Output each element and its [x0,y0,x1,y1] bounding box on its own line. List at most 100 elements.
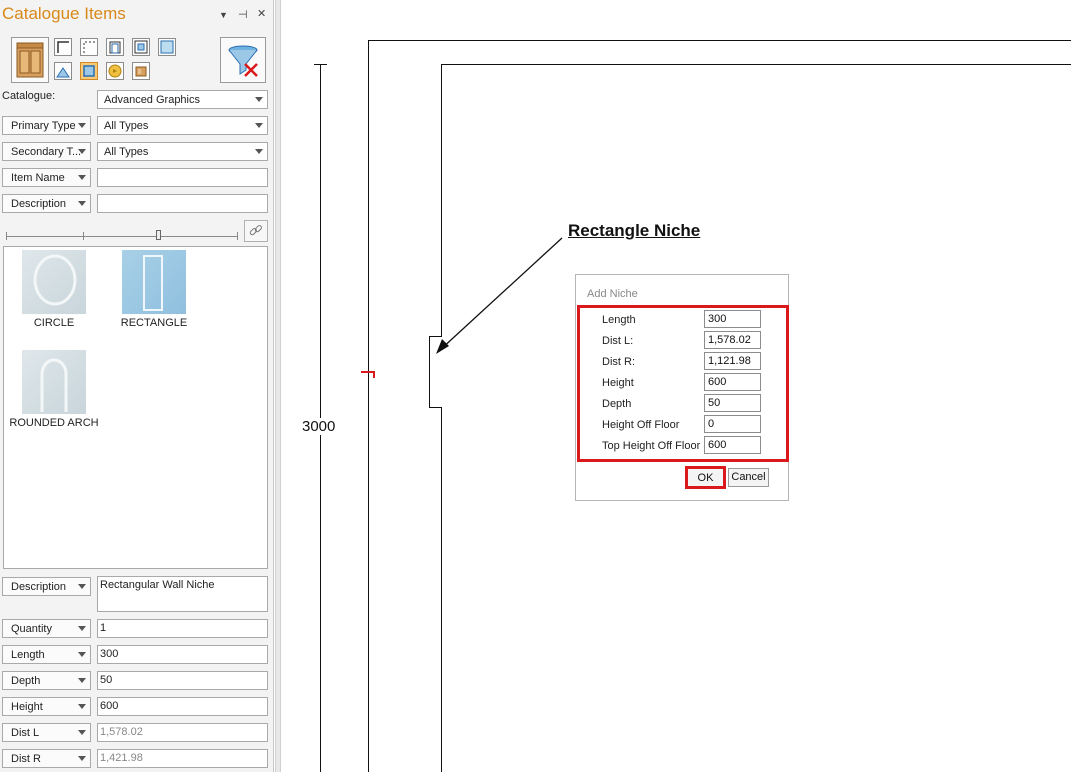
cancel-button[interactable]: Cancel [728,468,769,487]
property-dist-l-selector[interactable]: Dist L [2,723,91,742]
primary-type-selector[interactable]: Primary Type [2,116,91,135]
property-length-selector[interactable]: Length [2,645,91,664]
property-label: Height [11,701,43,713]
item-name-input[interactable] [97,168,268,187]
property-quantity-input[interactable]: 1 [97,619,268,638]
dimension-label: 3000 [300,418,338,435]
primary-type-label: Primary Type [11,120,76,132]
catalogue-panel: Catalogue Items ▼ ⊣ ✕ Catalogue: Advance… [0,0,274,772]
depth-input[interactable]: 50 [704,394,761,412]
property-dist-l-input: 1,578.02 [97,723,268,742]
chevron-down-icon [78,149,86,154]
chevron-down-icon [78,626,86,631]
panel-frame-icon[interactable] [158,38,176,56]
chevron-down-icon [78,584,86,589]
property-label: Quantity [11,623,52,635]
field-label: Height [602,377,634,389]
property-depth-selector[interactable]: Depth [2,671,91,690]
niche-tool-icon[interactable] [80,62,98,80]
primary-type-select[interactable]: All Types [97,116,268,135]
item-name-label: Item Name [11,172,65,184]
panel-splitter[interactable] [275,0,281,772]
callout-label: Rectangle Niche [568,221,701,240]
rectangle-niche-thumbnail[interactable] [122,250,186,314]
chevron-down-icon [255,149,263,154]
callout-arrow-icon [436,237,563,354]
furniture-icon[interactable] [132,62,150,80]
chevron-down-icon [255,123,263,128]
property-quantity-selector[interactable]: Quantity [2,619,91,638]
inner-wall-top [441,64,1071,65]
height-off-floor-input[interactable]: 0 [704,415,761,433]
property-label: Dist R [11,753,41,765]
field-label: Top Height Off Floor [602,440,701,452]
dist-r-input[interactable]: 1,121.98 [704,352,761,370]
chevron-down-icon [78,201,86,206]
slider-tick [83,232,84,240]
catalogue-select[interactable]: Advanced Graphics [97,90,268,109]
secondary-type-label: Secondary T... [11,146,82,158]
property-label: Depth [11,675,41,687]
wall-marker [361,371,375,378]
door-frame-icon[interactable] [106,38,124,56]
slider-tick [237,232,238,240]
link-icon[interactable] [244,220,268,242]
property-dist-r-selector[interactable]: Dist R [2,749,91,768]
property-description-input[interactable]: Rectangular Wall Niche [97,576,268,612]
catalogue-select-value: Advanced Graphics [104,94,200,106]
top-height-off-floor-input[interactable]: 600 [704,436,761,454]
secondary-type-selector[interactable]: Secondary T... [2,142,91,161]
chevron-down-icon [78,652,86,657]
circle-niche-thumbnail[interactable] [22,250,86,314]
dimension-tick [314,64,327,65]
dist-l-input[interactable]: 1,578.02 [704,331,761,349]
chevron-down-icon [78,175,86,180]
arch-niche-thumbnail[interactable] [22,350,86,414]
chevron-down-icon [78,730,86,735]
property-description-selector[interactable]: Description [2,577,91,596]
length-input[interactable]: 300 [704,310,761,328]
chevron-down-icon [255,97,263,102]
panel-pin-button[interactable]: ⊣ [238,8,248,21]
window-frame-icon[interactable] [132,38,150,56]
corner-niche-icon[interactable] [54,38,72,56]
dialog-title: Add Niche [587,288,638,300]
arch-shape-icon[interactable] [54,62,72,80]
height-input[interactable]: 600 [704,373,761,391]
property-depth-input[interactable]: 50 [97,671,268,690]
clear-filter-icon[interactable] [220,37,266,83]
thumbnail-size-slider[interactable] [6,228,238,242]
property-label: Dist L [11,727,40,739]
catalogue-gallery: CIRCLE RECTANGLE ROUNDED ARCH [3,246,268,569]
panel-close-button[interactable]: ✕ [257,7,266,20]
secondary-type-value: All Types [104,146,149,158]
property-length-input[interactable]: 300 [97,645,268,664]
chevron-down-icon [78,704,86,709]
item-name-selector[interactable]: Item Name [2,168,91,187]
cabinet-category-icon[interactable] [11,37,49,83]
description-filter-input[interactable] [97,194,268,213]
field-label: Dist R: [602,356,635,368]
ok-button[interactable]: OK [685,466,726,489]
speaker-icon[interactable] [106,62,124,80]
description-filter-selector[interactable]: Description [2,194,91,213]
catalogue-label: Catalogue: [2,90,56,102]
chevron-down-icon [78,678,86,683]
panel-menu-button[interactable]: ▼ [219,10,228,20]
field-label: Dist L: [602,335,634,347]
property-height-selector[interactable]: Height [2,697,91,716]
dotted-corner-icon[interactable] [80,38,98,56]
secondary-type-select[interactable]: All Types [97,142,268,161]
chevron-down-icon [78,123,86,128]
primary-type-value: All Types [104,120,149,132]
property-label: Length [11,649,45,661]
outer-wall-left [368,40,369,772]
gallery-caption: RECTANGLE [120,317,188,329]
slider-track [6,236,238,237]
inner-wall-left [441,64,442,772]
property-dist-r-input: 1,421.98 [97,749,268,768]
field-label: Height Off Floor [602,419,680,431]
slider-thumb[interactable] [156,230,161,240]
property-height-input[interactable]: 600 [97,697,268,716]
field-label: Length [602,314,636,326]
